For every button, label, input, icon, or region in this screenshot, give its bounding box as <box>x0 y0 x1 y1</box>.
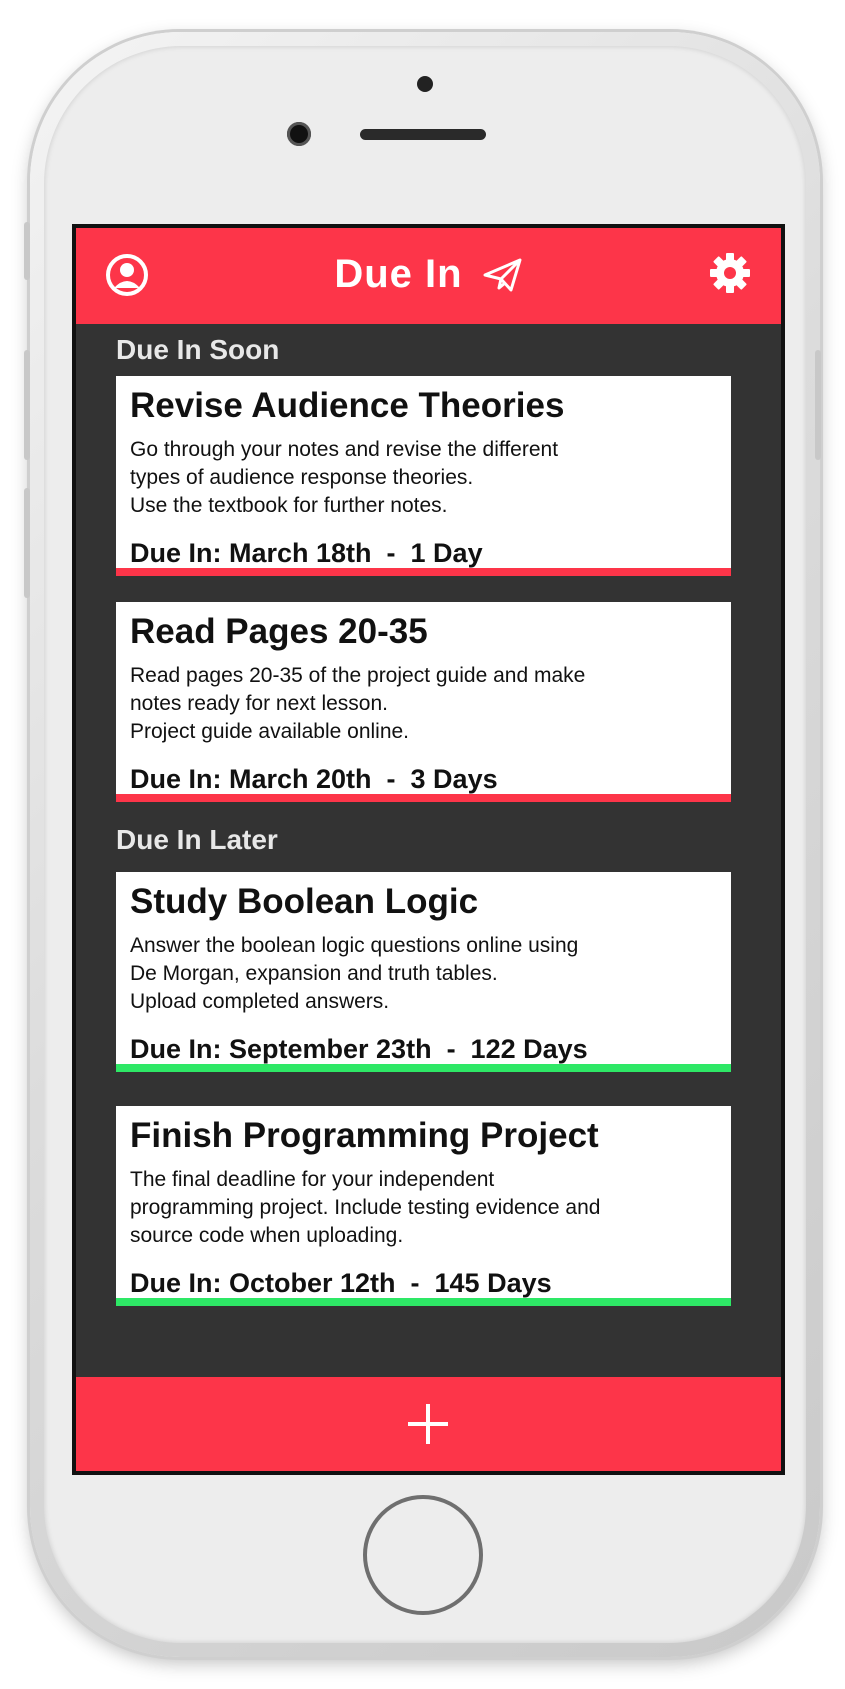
task-status-bar <box>116 1298 731 1306</box>
task-due-date: Due In: September 23th - 122 Days <box>130 1034 588 1064</box>
app-title: Due In <box>76 252 781 303</box>
section-heading-later: Due In Later <box>116 824 278 855</box>
front-sensor <box>417 76 433 92</box>
task-description-line: Project guide available online. <box>130 720 410 743</box>
task-description-line: source code when uploading. <box>130 1224 404 1247</box>
task-description-line: Use the textbook for further notes. <box>130 494 448 517</box>
paper-plane-icon <box>483 257 523 303</box>
task-card[interactable]: Revise Audience Theories Go through your… <box>116 376 731 576</box>
task-card[interactable]: Study Boolean Logic Answer the boolean l… <box>116 872 731 1072</box>
task-description-line: types of audience response theories. <box>130 466 474 489</box>
settings-button[interactable] <box>707 250 753 296</box>
plus-icon <box>408 1404 448 1444</box>
task-title: Read Pages 20-35 <box>130 612 428 651</box>
earpiece-speaker <box>360 129 486 140</box>
task-status-bar <box>116 568 731 576</box>
volume-up-button <box>24 350 30 460</box>
gear-icon <box>710 253 750 293</box>
volume-down-button <box>24 488 30 598</box>
task-status-bar <box>116 1064 731 1072</box>
mute-switch <box>24 222 30 280</box>
task-description-line: programming project. Include testing evi… <box>130 1196 601 1219</box>
task-title: Finish Programming Project <box>130 1116 599 1155</box>
power-button <box>815 350 821 460</box>
task-card[interactable]: Finish Programming Project The final dea… <box>116 1106 731 1306</box>
task-description-line: Go through your notes and revise the dif… <box>130 438 559 461</box>
task-title: Revise Audience Theories <box>130 386 565 425</box>
task-due-date: Due In: March 18th - 1 Day <box>130 538 483 568</box>
task-description-line: Answer the boolean logic questions onlin… <box>130 934 579 957</box>
task-description-line: Upload completed answers. <box>130 990 390 1013</box>
section-heading-soon: Due In Soon <box>116 334 280 365</box>
task-due-date: Due In: October 12th - 145 Days <box>130 1268 552 1298</box>
app-screen: Due In Due In Soon Revise Audience Theor… <box>72 224 785 1475</box>
task-title: Study Boolean Logic <box>130 882 479 921</box>
front-camera <box>287 122 311 146</box>
task-status-bar <box>116 794 731 802</box>
add-task-button[interactable] <box>76 1377 781 1471</box>
task-description-line: The final deadline for your independent <box>130 1168 495 1191</box>
task-description-line: Read pages 20-35 of the project guide an… <box>130 664 586 687</box>
task-description-line: De Morgan, expansion and truth tables. <box>130 962 498 985</box>
task-card[interactable]: Read Pages 20-35 Read pages 20-35 of the… <box>116 602 731 802</box>
app-title-text: Due In <box>334 252 463 296</box>
home-button[interactable] <box>363 1495 483 1615</box>
task-due-date: Due In: March 20th - 3 Days <box>130 764 498 794</box>
app-header: Due In <box>76 228 781 324</box>
task-description-line: notes ready for next lesson. <box>130 692 388 715</box>
